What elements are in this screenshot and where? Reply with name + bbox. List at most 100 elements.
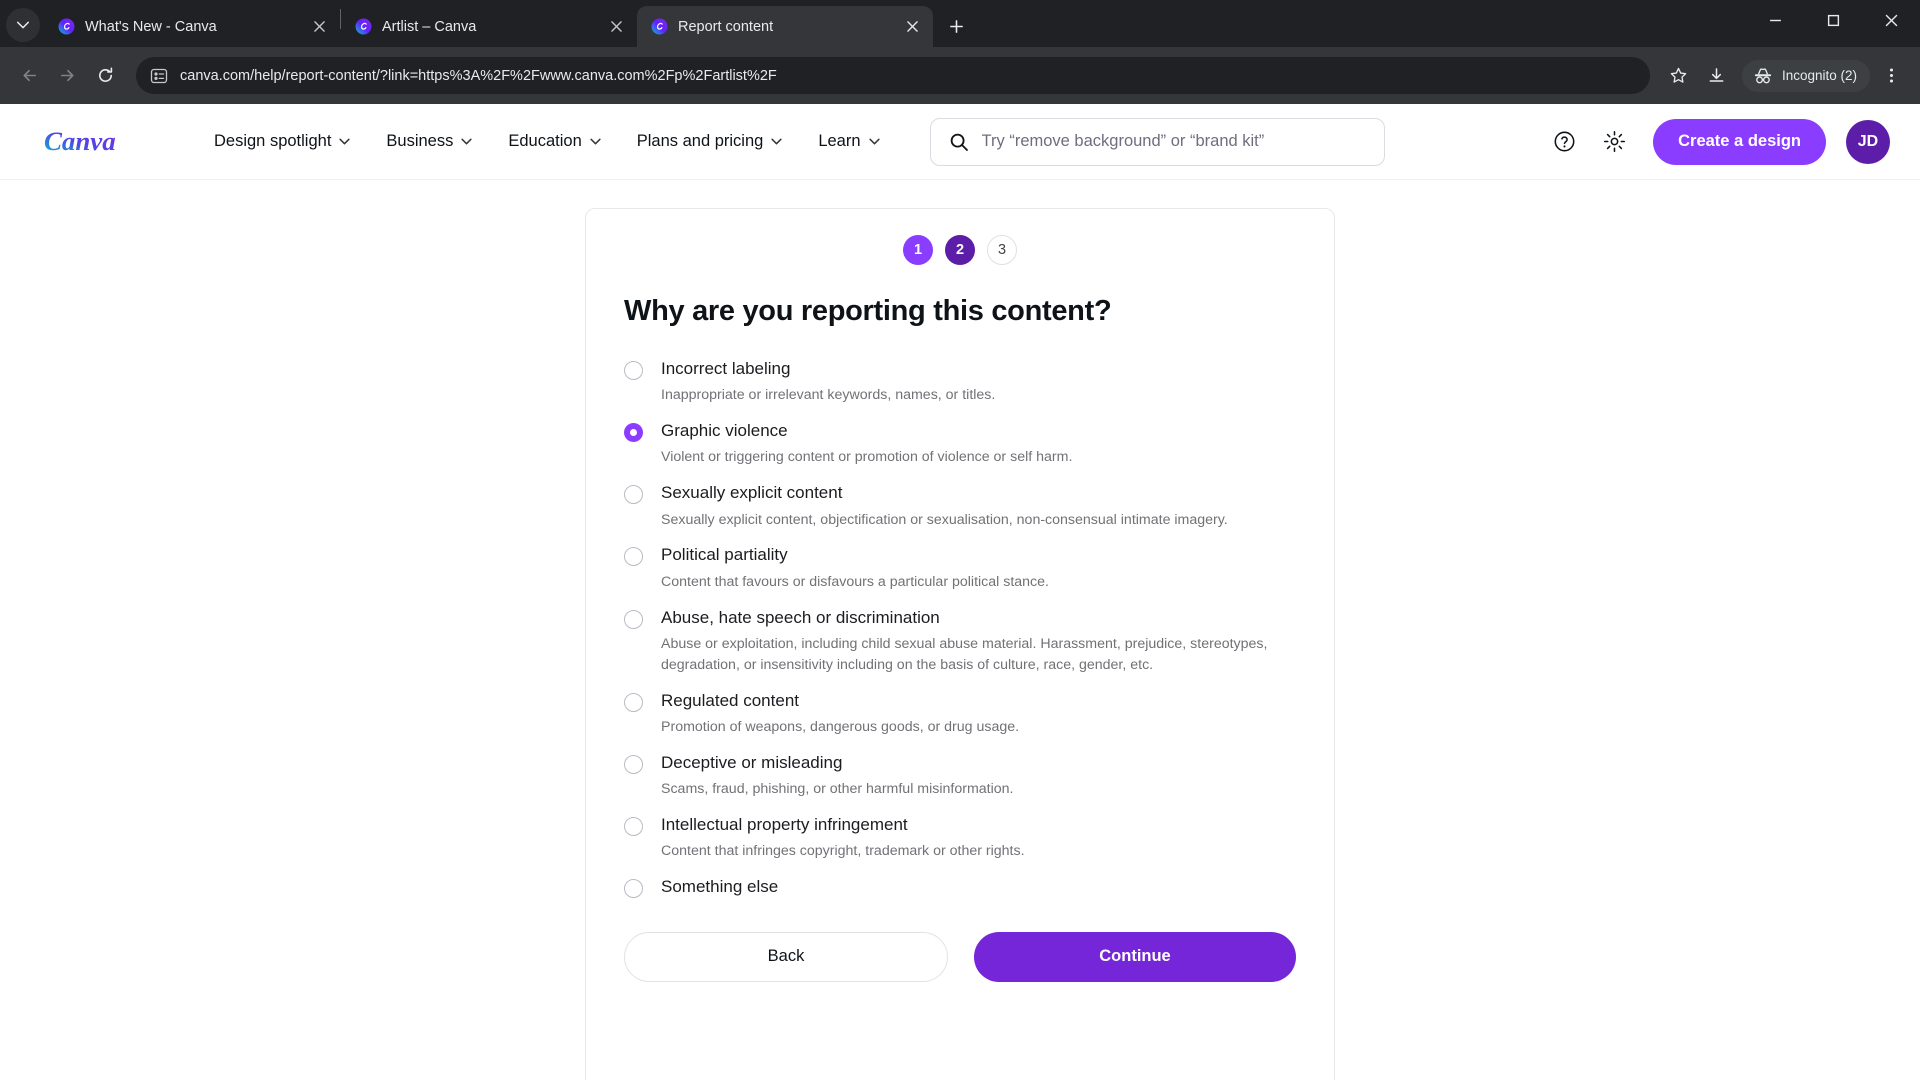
canva-icon bbox=[58, 18, 75, 35]
nav-link-business[interactable]: Business bbox=[368, 124, 490, 159]
create-a-design-button[interactable]: Create a design bbox=[1653, 118, 1826, 165]
window-controls bbox=[1746, 0, 1920, 41]
option-description: Content that infringes copyright, tradem… bbox=[661, 843, 1025, 859]
tab-search-button[interactable] bbox=[6, 8, 40, 42]
bookmark-button[interactable] bbox=[1662, 59, 1696, 93]
three-dot-menu-icon bbox=[1889, 68, 1893, 83]
back-arrow-icon bbox=[22, 69, 36, 82]
radio-button[interactable] bbox=[624, 692, 643, 712]
close-icon bbox=[610, 21, 622, 32]
minimize-button[interactable] bbox=[1746, 0, 1804, 41]
report-content-card: 1 2 3 Why are you reporting this content… bbox=[585, 208, 1335, 1080]
canva-nav-links: Design spotlight Business Education Plan… bbox=[196, 124, 898, 159]
avatar[interactable]: JD bbox=[1846, 119, 1890, 164]
option-deceptive-or-misleading[interactable]: Deceptive or misleading Scams, fraud, ph… bbox=[624, 752, 1296, 800]
chevron-down-icon bbox=[339, 138, 351, 145]
continue-button[interactable]: Continue bbox=[974, 931, 1296, 982]
option-label: Something else bbox=[661, 876, 779, 896]
chevron-down-icon bbox=[461, 138, 472, 145]
option-description: Content that favours or disfavours a par… bbox=[661, 573, 1049, 590]
page-viewport: Canva Design spotlight Business Educatio bbox=[0, 104, 1920, 1080]
option-sexually-explicit-content[interactable]: Sexually explicit content Sexually expli… bbox=[624, 482, 1296, 530]
option-label: Graphic violence bbox=[661, 421, 788, 441]
tab-close-button[interactable] bbox=[308, 16, 330, 38]
browser-tab-3[interactable]: Report content bbox=[637, 6, 933, 47]
plus-icon bbox=[949, 19, 963, 33]
option-something-else[interactable]: Something else bbox=[624, 876, 1296, 898]
tab-close-button[interactable] bbox=[901, 16, 923, 38]
chevron-down-icon bbox=[590, 138, 601, 145]
address-bar-url: canva.com/help/report-content/?link=http… bbox=[180, 67, 777, 84]
option-incorrect-labeling[interactable]: Incorrect labeling Inappropriate or irre… bbox=[624, 358, 1296, 406]
search-bar[interactable] bbox=[929, 117, 1385, 166]
option-label: Regulated content bbox=[661, 690, 799, 710]
settings-button[interactable] bbox=[1593, 121, 1635, 163]
maximize-icon bbox=[1827, 14, 1839, 27]
option-description: Sexually explicit content, objectificati… bbox=[661, 511, 1228, 528]
radio-button[interactable] bbox=[624, 423, 643, 443]
help-button[interactable] bbox=[1543, 121, 1585, 163]
browser-window: What's New - Canva Artlist – Canva Repor… bbox=[0, 0, 1920, 1080]
nav-link-label: Design spotlight bbox=[214, 132, 332, 150]
back-button[interactable] bbox=[12, 59, 46, 93]
back-button[interactable]: Back bbox=[624, 931, 948, 982]
tab-strip: What's New - Canva Artlist – Canva Repor… bbox=[0, 0, 1920, 47]
option-regulated-content[interactable]: Regulated content Promotion of weapons, … bbox=[624, 690, 1296, 738]
nav-link-label: Plans and pricing bbox=[636, 132, 764, 150]
minimize-icon bbox=[1769, 19, 1781, 22]
chevron-down-icon bbox=[771, 138, 782, 145]
download-button[interactable] bbox=[1700, 59, 1734, 93]
nav-link-education[interactable]: Education bbox=[490, 124, 618, 159]
step-2[interactable]: 2 bbox=[945, 235, 975, 265]
incognito-indicator[interactable]: Incognito (2) bbox=[1741, 59, 1870, 92]
star-icon bbox=[1671, 67, 1687, 83]
page-info-icon[interactable] bbox=[150, 67, 168, 85]
browser-toolbar: canva.com/help/report-content/?link=http… bbox=[0, 47, 1920, 104]
option-political-partiality[interactable]: Political partiality Content that favour… bbox=[624, 544, 1296, 592]
option-graphic-violence[interactable]: Graphic violence Violent or triggering c… bbox=[624, 420, 1296, 468]
option-intellectual-property-infringement[interactable]: Intellectual property infringement Conte… bbox=[624, 814, 1296, 862]
browser-tab-1[interactable]: What's New - Canva bbox=[44, 6, 340, 47]
new-tab-button[interactable] bbox=[941, 11, 971, 41]
option-label: Deceptive or misleading bbox=[661, 752, 843, 772]
canva-logo[interactable]: Canva bbox=[44, 125, 156, 159]
tab-close-button[interactable] bbox=[605, 16, 627, 38]
page-title: Why are you reporting this content? bbox=[624, 295, 1112, 327]
help-circle-icon bbox=[1554, 131, 1575, 152]
step-1[interactable]: 1 bbox=[903, 235, 933, 265]
forward-button[interactable] bbox=[50, 59, 84, 93]
chevron-down-icon bbox=[868, 138, 880, 145]
browser-tab-2[interactable]: Artlist – Canva bbox=[341, 6, 637, 47]
form-actions: Back Continue bbox=[624, 931, 1296, 982]
report-reason-options: Incorrect labeling Inappropriate or irre… bbox=[624, 358, 1296, 898]
reload-button[interactable] bbox=[88, 59, 122, 93]
close-window-button[interactable] bbox=[1862, 0, 1920, 41]
canva-icon bbox=[355, 18, 372, 35]
radio-button[interactable] bbox=[624, 816, 643, 836]
radio-button[interactable] bbox=[624, 609, 643, 629]
step-3[interactable]: 3 bbox=[987, 235, 1017, 265]
radio-button[interactable] bbox=[624, 754, 643, 774]
option-label: Incorrect labeling bbox=[661, 359, 791, 378]
avatar-initials: JD bbox=[1857, 132, 1879, 150]
option-description: Promotion of weapons, dangerous goods, o… bbox=[661, 718, 1020, 735]
address-bar[interactable]: canva.com/help/report-content/?link=http… bbox=[136, 57, 1650, 94]
search-input[interactable] bbox=[981, 132, 1366, 151]
radio-button[interactable] bbox=[624, 361, 643, 380]
radio-button[interactable] bbox=[624, 547, 643, 567]
tab-title: Artlist – Canva bbox=[382, 18, 477, 35]
download-icon bbox=[1710, 68, 1724, 82]
nav-link-design-spotlight[interactable]: Design spotlight bbox=[196, 124, 368, 159]
close-icon bbox=[906, 21, 918, 32]
maximize-button[interactable] bbox=[1804, 0, 1862, 41]
chrome-menu-button[interactable] bbox=[1874, 59, 1908, 93]
option-abuse-hate-speech-or-discrimination[interactable]: Abuse, hate speech or discrimination Abu… bbox=[624, 607, 1296, 676]
radio-button[interactable] bbox=[624, 878, 643, 898]
step-number: 2 bbox=[955, 242, 965, 258]
create-button-label: Create a design bbox=[1678, 132, 1801, 150]
radio-button[interactable] bbox=[624, 485, 643, 505]
option-description: Inappropriate or irrelevant keywords, na… bbox=[661, 387, 996, 404]
option-label: Intellectual property infringement bbox=[661, 814, 908, 834]
nav-link-learn[interactable]: Learn bbox=[800, 124, 897, 159]
nav-link-plans-and-pricing[interactable]: Plans and pricing bbox=[619, 124, 801, 159]
